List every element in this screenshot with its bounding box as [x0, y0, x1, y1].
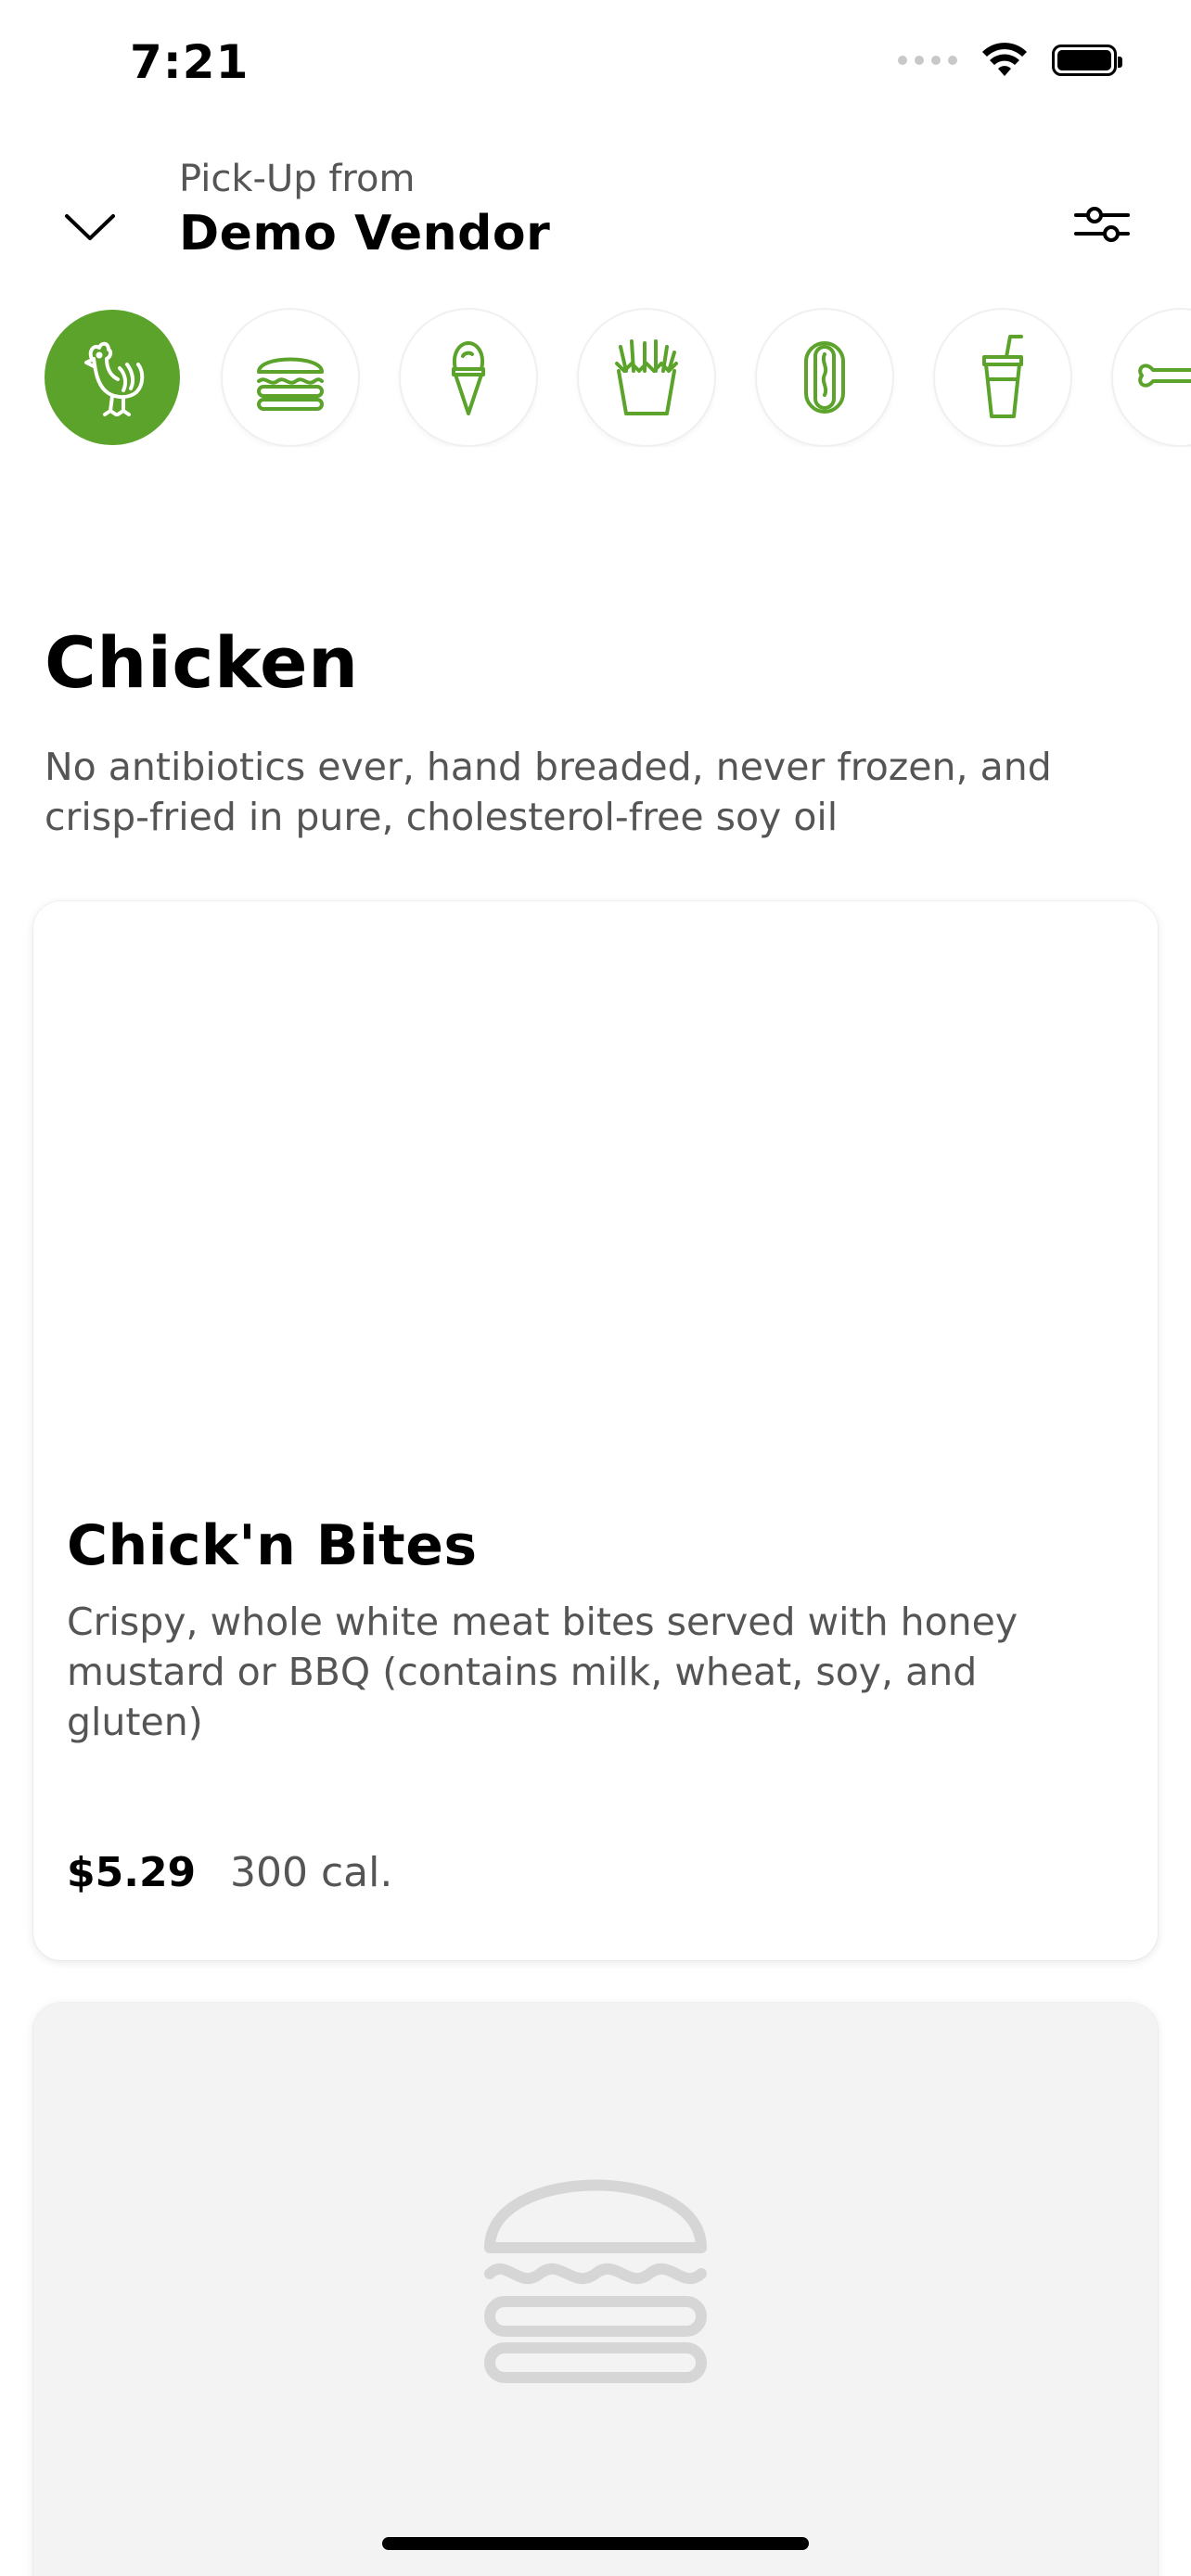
hot-dog-icon [804, 341, 845, 414]
dog-bone-icon [1138, 363, 1191, 388]
cellular-signal-icon [898, 56, 957, 65]
battery-icon [1052, 45, 1122, 76]
header: Pick-Up from Demo Vendor [0, 139, 1191, 278]
item-price: $5.29 [67, 1849, 197, 1896]
vendor-dropdown-button[interactable] [58, 204, 122, 250]
category-chicken[interactable] [45, 310, 180, 445]
menu-item-card[interactable] [33, 2003, 1158, 2576]
category-drinks[interactable] [935, 310, 1070, 445]
category-fries[interactable] [579, 310, 714, 445]
item-description: Crispy, whole white meat bites served wi… [67, 1600, 1018, 1744]
home-indicator[interactable] [382, 2537, 809, 2550]
burger-icon [257, 357, 324, 411]
menu-item-card[interactable]: Chick'n Bites Crispy, whole white meat b… [33, 901, 1158, 1960]
status-indicators [898, 43, 1122, 78]
category-frozen-custard[interactable] [401, 310, 536, 445]
vendor-name[interactable]: Demo Vendor [179, 206, 550, 261]
menu-screen: 7:21 Pick-Up from Demo Vendor Chicken No… [0, 0, 1191, 2576]
pickup-label: Pick-Up from [179, 158, 416, 200]
category-hot-dogs[interactable] [757, 310, 892, 445]
item-calories: 300 cal. [230, 1849, 393, 1896]
category-dog-treats[interactable] [1113, 310, 1191, 445]
drink-cup-icon [982, 335, 1023, 418]
burger-icon [484, 2179, 707, 2383]
category-carousel[interactable] [0, 308, 1191, 447]
fries-icon [615, 339, 678, 415]
category-burgers[interactable] [223, 310, 358, 445]
chicken-icon [84, 341, 145, 416]
status-time: 7:21 [130, 35, 250, 89]
filter-sliders-icon [1074, 207, 1130, 242]
wifi-icon [982, 43, 1027, 76]
ice-cream-cone-icon [452, 341, 485, 415]
item-image [33, 901, 1158, 1495]
filter-button[interactable] [1070, 197, 1133, 252]
section-description: No antibiotics ever, hand breaded, never… [45, 745, 1052, 839]
chevron-down-icon [65, 214, 115, 240]
section-title: Chicken [45, 621, 359, 704]
status-bar: 7:21 [0, 0, 1191, 139]
item-title: Chick'n Bites [67, 1513, 478, 1578]
